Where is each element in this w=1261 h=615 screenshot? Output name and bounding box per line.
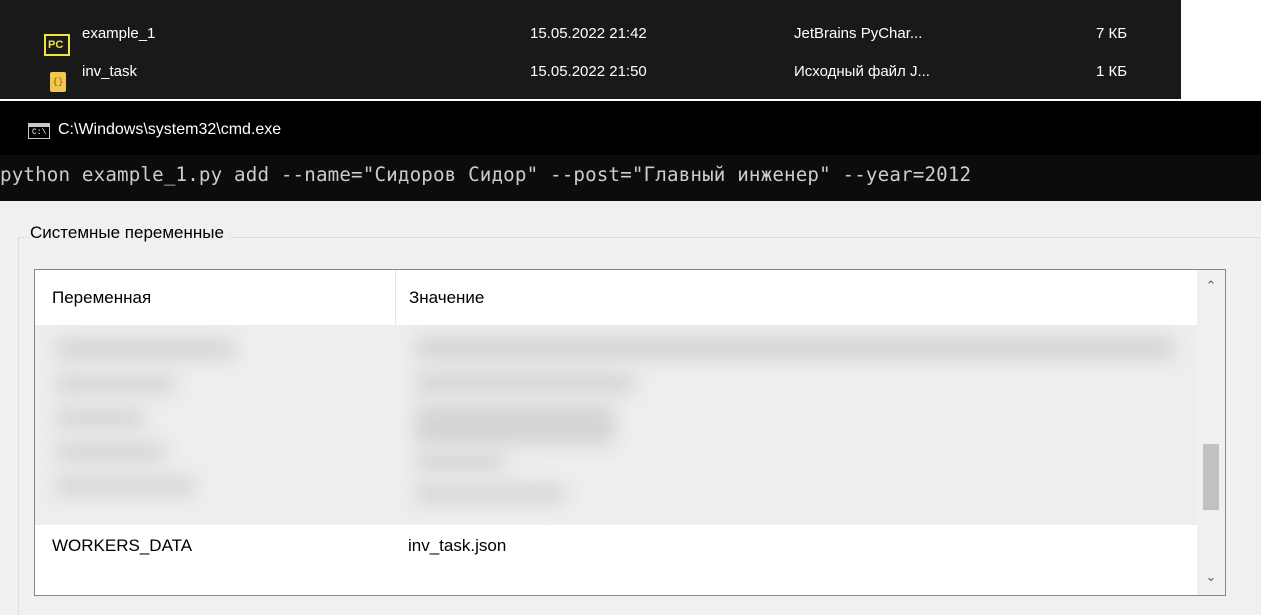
file-type: Исходный файл J... [794, 63, 930, 80]
scrollbar-thumb[interactable] [1203, 444, 1219, 510]
list-header: Переменная Значение [35, 270, 1198, 325]
explorer-list-area: PC example_1 15.05.2022 21:42 JetBrains … [0, 0, 1181, 99]
list-item-workers-data[interactable]: WORKERS_DATA inv_task.json [35, 525, 1198, 569]
system-variables-list[interactable]: Переменная Значение WORKERS_DATA inv_tas… [34, 269, 1226, 596]
environment-variables-dialog: Системные переменные Переменная Значение… [0, 201, 1261, 615]
cmd-window-title: C:\Windows\system32\cmd.exe [58, 121, 282, 138]
file-size: 7 КБ [1096, 25, 1128, 42]
cmd-icon: C:\ [28, 123, 50, 139]
file-date: 15.05.2022 21:42 [530, 25, 647, 42]
column-header-value[interactable]: Значение [395, 270, 1198, 325]
file-name: inv_task [82, 63, 138, 80]
scroll-up-arrow-icon[interactable]: ⌃ [1197, 273, 1225, 301]
variable-value: inv_task.json [408, 536, 507, 555]
file-row-example-1[interactable]: PC example_1 15.05.2022 21:42 JetBrains … [0, 15, 1181, 56]
cmd-console[interactable]: python example_1.py add --name="Сидоров … [0, 155, 1261, 201]
file-name: example_1 [82, 25, 156, 42]
cmd-command-line: python example_1.py add --name="Сидоров … [0, 163, 972, 186]
file-type: JetBrains PyChar... [794, 25, 923, 42]
explorer-file-list: PC example_1 15.05.2022 21:42 JetBrains … [0, 0, 1261, 99]
scrollbar-track[interactable] [1203, 306, 1219, 558]
cmd-title-bar[interactable]: C:\ C:\Windows\system32\cmd.exe [0, 99, 1261, 155]
system-variables-label: Системные переменные [24, 223, 230, 243]
file-size: 1 КБ [1096, 63, 1128, 80]
file-row-inv-task[interactable]: {} inv_task 15.05.2022 21:50 Исходный фа… [0, 53, 1181, 93]
list-scrollbar[interactable]: ⌃ ⌄ [1197, 270, 1225, 595]
file-date: 15.05.2022 21:50 [530, 63, 647, 80]
column-header-variable[interactable]: Переменная [35, 270, 395, 325]
explorer-scrollbar-area [1181, 0, 1261, 99]
scroll-down-arrow-icon[interactable]: ⌄ [1197, 564, 1225, 592]
blurred-rows [35, 325, 1198, 525]
variable-name: WORKERS_DATA [52, 536, 193, 555]
